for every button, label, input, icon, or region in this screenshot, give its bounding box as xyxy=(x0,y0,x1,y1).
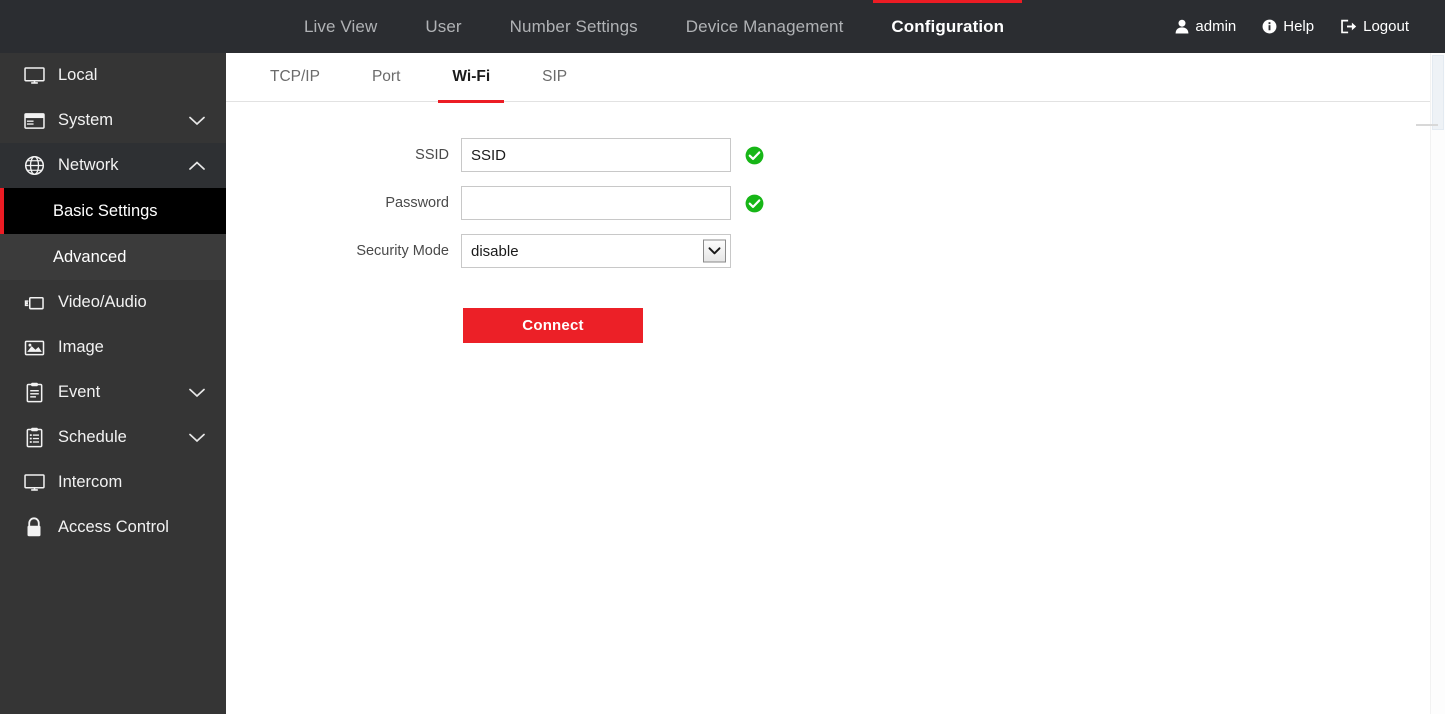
password-valid-icon xyxy=(745,194,764,213)
ssid-input[interactable]: SSID xyxy=(461,138,731,172)
sidebar-item-access-control[interactable]: Access Control xyxy=(0,505,226,550)
clipboard-icon xyxy=(22,382,46,404)
password-label: Password xyxy=(385,195,449,211)
nav-item-live-view-label: Live View xyxy=(304,16,378,36)
main-navigation: Live View User Number Settings Device Ma… xyxy=(280,0,1028,53)
sidebar-item-system-label: System xyxy=(58,111,114,129)
lock-icon xyxy=(22,517,46,539)
sidebar-item-video-audio[interactable]: Video/Audio xyxy=(0,280,226,325)
chevron-down-icon[interactable] xyxy=(180,433,214,443)
sidebar-item-intercom-label: Intercom xyxy=(58,473,123,491)
monitor-icon xyxy=(22,65,46,87)
sidebar: Local System Network Basic Settings Adva… xyxy=(0,53,226,714)
ssid-label: SSID xyxy=(415,147,449,163)
nav-item-number-settings-label: Number Settings xyxy=(509,16,638,36)
sidebar-item-network[interactable]: Network xyxy=(0,143,226,188)
help-label: Help xyxy=(1283,18,1315,35)
logout-icon xyxy=(1340,19,1357,34)
top-header-bar: Live View User Number Settings Device Ma… xyxy=(0,0,1445,53)
sidebar-item-local[interactable]: Local xyxy=(0,53,226,98)
nav-item-user-label: User xyxy=(425,16,462,36)
sidebar-item-image[interactable]: Image xyxy=(0,325,226,370)
nav-item-configuration-label: Configuration xyxy=(891,16,1005,36)
security-mode-select[interactable]: disable xyxy=(461,234,731,268)
configuration-page: Live View User Number Settings Device Ma… xyxy=(0,0,1445,714)
logout-label: Logout xyxy=(1363,18,1409,35)
nav-item-number-settings[interactable]: Number Settings xyxy=(486,0,662,53)
sidebar-item-event-label: Event xyxy=(58,383,101,401)
sidebar-item-system[interactable]: System xyxy=(0,98,226,143)
wifi-settings-form: SSID SSID Password Security Mode disable… xyxy=(226,102,1445,343)
tab-tcp-ip[interactable]: TCP/IP xyxy=(244,53,346,102)
form-row-password: Password xyxy=(226,186,1445,220)
sidebar-item-event[interactable]: Event xyxy=(0,370,226,415)
tab-port-label: Port xyxy=(371,68,401,85)
nav-item-live-view[interactable]: Live View xyxy=(280,0,401,53)
chevron-down-icon[interactable] xyxy=(703,239,726,263)
security-mode-label: Security Mode xyxy=(356,243,449,259)
security-mode-value: disable xyxy=(471,242,519,260)
sidebar-item-basic-settings[interactable]: Basic Settings xyxy=(0,188,226,234)
sidebar-item-advanced-label: Advanced xyxy=(53,247,127,266)
password-input[interactable] xyxy=(461,186,731,220)
sidebar-item-basic-settings-label: Basic Settings xyxy=(53,201,158,220)
tab-sip[interactable]: SIP xyxy=(516,53,593,102)
sidebar-item-image-label: Image xyxy=(58,338,104,356)
sidebar-item-local-label: Local xyxy=(58,66,98,84)
chevron-down-icon[interactable] xyxy=(180,388,214,398)
schedule-icon xyxy=(22,427,46,449)
sidebar-item-schedule-label: Schedule xyxy=(58,428,127,446)
nav-item-user[interactable]: User xyxy=(401,0,485,53)
chevron-up-icon[interactable] xyxy=(180,160,214,171)
chevron-down-icon[interactable] xyxy=(180,116,214,126)
globe-icon xyxy=(22,155,46,177)
nav-item-device-management[interactable]: Device Management xyxy=(662,0,868,53)
tab-sip-label: SIP xyxy=(542,68,568,85)
tab-wifi-label: Wi-Fi xyxy=(452,68,491,85)
tab-wifi[interactable]: Wi-Fi xyxy=(426,53,516,103)
logout-button[interactable]: Logout xyxy=(1340,18,1409,35)
help-button[interactable]: Help xyxy=(1262,18,1314,35)
nav-item-configuration[interactable]: Configuration xyxy=(867,0,1028,53)
vertical-scrollbar-thumb[interactable] xyxy=(1432,55,1444,130)
sub-tab-bar: TCP/IP Port Wi-Fi SIP xyxy=(226,53,1445,103)
sidebar-item-intercom[interactable]: Intercom xyxy=(0,460,226,505)
info-icon xyxy=(1262,19,1277,34)
form-row-ssid: SSID SSID xyxy=(226,138,1445,172)
account-button[interactable]: admin xyxy=(1175,18,1236,35)
monitor-icon xyxy=(22,472,46,494)
sidebar-item-schedule[interactable]: Schedule xyxy=(0,415,226,460)
connect-button[interactable]: Connect xyxy=(463,308,643,343)
main-content: TCP/IP Port Wi-Fi SIP SSID SSID Password… xyxy=(226,53,1445,714)
sidebar-item-network-label: Network xyxy=(58,156,119,174)
form-actions-spacer xyxy=(226,308,463,343)
vertical-scrollbar-track[interactable] xyxy=(1430,53,1445,714)
sidebar-item-video-audio-label: Video/Audio xyxy=(58,293,147,311)
image-icon xyxy=(22,337,46,359)
user-icon xyxy=(1175,19,1189,34)
nav-item-device-management-label: Device Management xyxy=(685,16,844,36)
header-account-area: admin Help Logout xyxy=(1175,0,1409,53)
scrollbar-divider xyxy=(1416,124,1438,126)
sidebar-item-access-control-label: Access Control xyxy=(58,518,169,536)
tab-tcp-ip-label: TCP/IP xyxy=(270,68,320,85)
ssid-input-value: SSID xyxy=(471,146,507,164)
ssid-valid-icon xyxy=(745,146,764,165)
sidebar-item-advanced[interactable]: Advanced xyxy=(0,234,226,280)
form-actions: Connect xyxy=(226,308,1445,343)
form-row-security-mode: Security Mode disable xyxy=(226,234,1445,268)
video-icon xyxy=(22,292,46,314)
tab-port[interactable]: Port xyxy=(346,53,426,102)
window-icon xyxy=(22,110,46,132)
account-name: admin xyxy=(1195,18,1237,35)
